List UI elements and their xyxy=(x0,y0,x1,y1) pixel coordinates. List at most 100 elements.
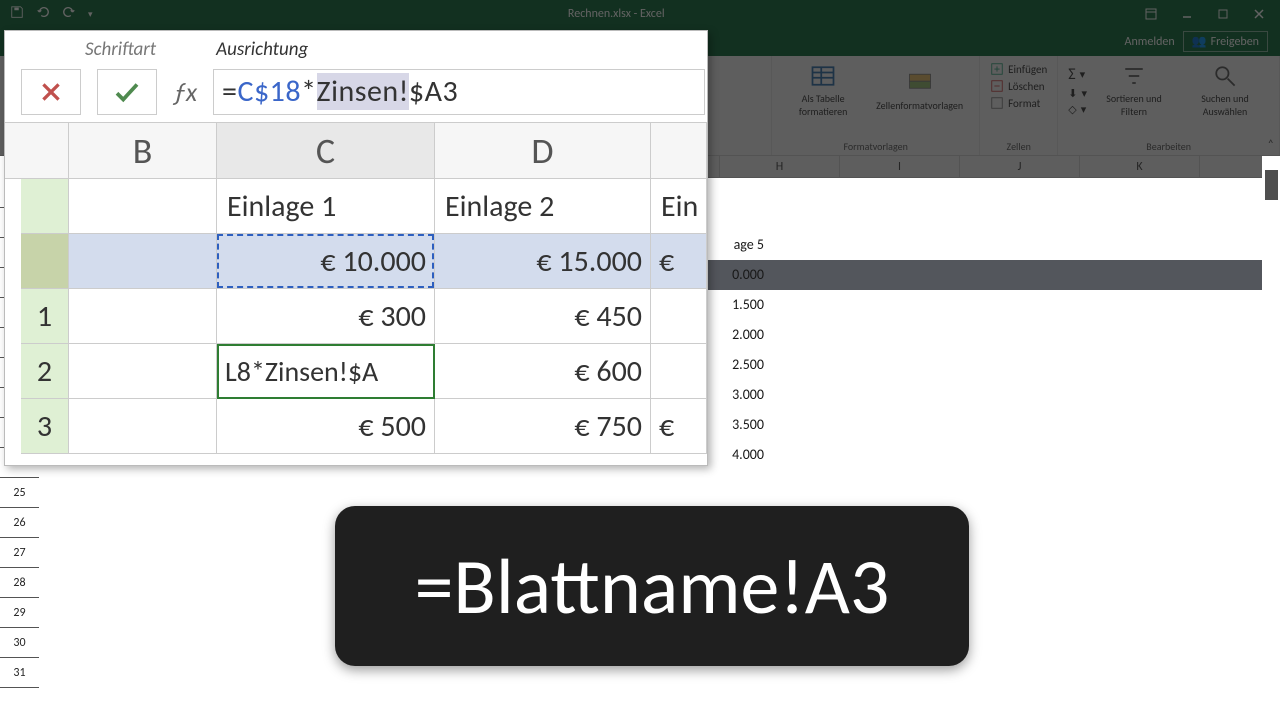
find-select-label: Suchen und Auswählen xyxy=(1187,92,1263,118)
row-29[interactable]: 29 xyxy=(0,598,39,628)
cell[interactable]: Ein xyxy=(651,179,707,234)
cell[interactable]: 3.500 xyxy=(708,410,768,440)
row-27[interactable]: 27 xyxy=(0,538,39,568)
zoom-rowhdr[interactable] xyxy=(21,234,69,289)
format-as-table-button[interactable]: Als Tabelle formatieren xyxy=(782,62,864,118)
cell[interactable] xyxy=(651,289,707,344)
cell[interactable]: € xyxy=(651,399,707,454)
format-cells-button[interactable]: Format xyxy=(990,96,1047,110)
cell[interactable] xyxy=(69,399,217,454)
undo-icon[interactable] xyxy=(36,5,50,23)
cell[interactable]: € 450 xyxy=(435,289,651,344)
fill-button[interactable]: ⬇▾ xyxy=(1068,87,1087,100)
column-g-peek: age 5 0.000 1.500 2.000 2.500 3.000 3.50… xyxy=(708,208,768,470)
cancel-formula-button[interactable] xyxy=(21,69,81,115)
cell[interactable]: € 750 xyxy=(435,399,651,454)
zoom-rowhdr[interactable]: 1 xyxy=(21,289,69,344)
cell[interactable]: € 300 xyxy=(217,289,435,344)
ribbon-options-icon[interactable] xyxy=(1136,2,1166,26)
zoom-row-header: Einlage 1 Einlage 2 Ein xyxy=(21,179,707,234)
col-g-header-cell: age 5 xyxy=(708,230,768,260)
redo-icon[interactable] xyxy=(62,5,76,23)
referenced-cell[interactable]: € 10.000 xyxy=(217,234,435,289)
col-i[interactable]: I xyxy=(840,156,960,177)
cell[interactable]: 1.500 xyxy=(708,290,768,320)
format-label: Format xyxy=(1008,97,1040,110)
editing-cell[interactable]: L8*Zinsen!$A xyxy=(217,344,435,399)
cell[interactable]: Einlage 2 xyxy=(435,179,651,234)
cell-styles-label: Zellenformatvorlagen xyxy=(876,99,963,112)
row-31[interactable]: 31 xyxy=(0,658,39,688)
find-select-button[interactable]: Suchen und Auswählen xyxy=(1181,62,1269,118)
col-k[interactable]: K xyxy=(1080,156,1200,177)
magnified-grid[interactable]: B C D Einlage 1 Einlage 2 Ein € 10.000 €… xyxy=(5,123,707,465)
signin-button[interactable]: Anmelden xyxy=(1125,35,1175,49)
cell[interactable]: 2.000 xyxy=(708,320,768,350)
styles-group-label: Formatvorlagen xyxy=(782,138,969,153)
zoom-row: 2 L8*Zinsen!$A € 600 xyxy=(21,344,707,399)
close-icon[interactable] xyxy=(1244,2,1274,26)
formula-sheetname: Zinsen! xyxy=(317,73,409,110)
cell[interactable] xyxy=(69,179,217,234)
delete-cells-button[interactable]: Löschen xyxy=(990,79,1047,93)
collapse-ribbon-icon[interactable]: ˄ xyxy=(1268,138,1274,152)
cell[interactable] xyxy=(69,344,217,399)
vscroll-thumb[interactable] xyxy=(1265,170,1278,200)
ribbon-group-cells: Einfügen Löschen Format Zellen xyxy=(980,56,1058,155)
cell[interactable]: 2.500 xyxy=(708,350,768,380)
caption-overlay: =Blattname!A3 xyxy=(335,506,969,666)
minimize-icon[interactable] xyxy=(1172,2,1202,26)
formula-ref2: $A3 xyxy=(409,73,458,110)
sort-filter-button[interactable]: Sortieren und Filtern xyxy=(1093,62,1175,118)
cell[interactable] xyxy=(69,234,217,289)
row-26[interactable]: 26 xyxy=(0,508,39,538)
clear-button[interactable]: ◇▾ xyxy=(1068,103,1087,116)
save-icon[interactable] xyxy=(10,5,24,23)
cell[interactable]: € 15.000 xyxy=(435,234,651,289)
confirm-formula-button[interactable] xyxy=(97,69,157,115)
row-30[interactable]: 30 xyxy=(0,628,39,658)
zoom-row: 1 € 300 € 450 xyxy=(21,289,707,344)
cell[interactable]: Einlage 1 xyxy=(217,179,435,234)
qat-dropdown-icon[interactable]: ▾ xyxy=(88,9,93,20)
zoom-rowhdr[interactable]: 3 xyxy=(21,399,69,454)
share-button[interactable]: 👥 Freigeben xyxy=(1183,31,1268,52)
maximize-icon[interactable] xyxy=(1208,2,1238,26)
cell-styles-button[interactable]: Zellenformatvorlagen xyxy=(870,69,969,112)
hint-schriftart: Schriftart xyxy=(85,38,156,61)
select-all-corner[interactable] xyxy=(5,123,69,178)
formula-bar: ƒx =C$18*Zinsen!$A3 xyxy=(5,61,707,123)
zoom-col-c[interactable]: C xyxy=(217,123,435,178)
row-28[interactable]: 28 xyxy=(0,568,39,598)
cell[interactable]: € 500 xyxy=(217,399,435,454)
cell[interactable]: € xyxy=(651,234,707,289)
selection-row-highlight xyxy=(708,260,1262,290)
col-j[interactable]: J xyxy=(960,156,1080,177)
cell[interactable] xyxy=(651,344,707,399)
zoom-rowhdr[interactable]: 2 xyxy=(21,344,69,399)
zoom-col-b[interactable]: B xyxy=(69,123,217,178)
document-title: Rechnen.xlsx - Excel xyxy=(103,7,1130,21)
cell[interactable]: 0.000 xyxy=(708,260,768,290)
cell[interactable]: 4.000 xyxy=(708,440,768,470)
eraser-icon: ◇ xyxy=(1068,103,1076,116)
zoom-col-e[interactable] xyxy=(651,123,707,178)
insert-function-icon[interactable]: ƒx xyxy=(165,76,205,108)
row-25[interactable]: 25 xyxy=(0,478,39,508)
sigma-icon: Σ xyxy=(1068,65,1075,84)
caption-text: =Blattname!A3 xyxy=(415,539,890,634)
autosum-button[interactable]: Σ▾ xyxy=(1068,65,1087,84)
ribbon-group-editing: Σ▾ ⬇▾ ◇▾ Sortieren und Filtern Suchen un… xyxy=(1058,56,1280,155)
zoom-col-headers: B C D xyxy=(5,123,707,179)
formula-input[interactable]: =C$18*Zinsen!$A3 xyxy=(213,69,705,115)
cell[interactable] xyxy=(69,289,217,344)
zoom-col-d[interactable]: D xyxy=(435,123,651,178)
cell[interactable]: € 600 xyxy=(435,344,651,399)
ribbon-group-styles: Als Tabelle formatieren Zellenformatvorl… xyxy=(772,56,980,155)
col-h[interactable]: H xyxy=(720,156,840,177)
insert-cells-button[interactable]: Einfügen xyxy=(990,62,1047,76)
formula-op: * xyxy=(301,73,316,110)
zoom-rowhdr[interactable] xyxy=(21,179,69,234)
share-label: Freigeben xyxy=(1211,35,1259,49)
cell[interactable]: 3.000 xyxy=(708,380,768,410)
